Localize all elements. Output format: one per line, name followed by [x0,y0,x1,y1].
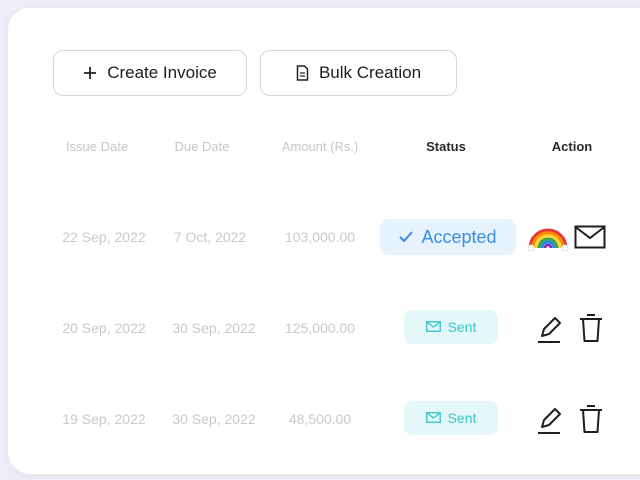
status-badge-sent: Sent [404,310,498,344]
issue-date-cell: 20 Sep, 2022 [62,320,146,336]
rainbow-icon[interactable] [526,221,570,251]
status-badge-accepted: Accepted [380,219,516,255]
header-issue-date: Issue Date [65,139,129,154]
check-icon [399,227,414,248]
status-label: Sent [447,410,477,426]
amount-cell: 48,500.00 [288,411,352,427]
envelope-icon [425,319,441,335]
delete-icon[interactable] [578,403,604,435]
delete-icon[interactable] [578,312,604,344]
plus-icon [83,66,97,80]
create-invoice-label: Create Invoice [107,63,217,82]
status-label: Sent [447,319,477,335]
due-date-cell: 30 Sep, 2022 [172,411,256,427]
mail-icon[interactable] [574,225,606,249]
amount-cell: 103,000.00 [284,229,356,245]
edit-icon[interactable] [536,314,562,344]
create-invoice-button[interactable]: Create Invoice [53,50,247,96]
due-date-cell: 30 Sep, 2022 [172,320,256,336]
document-icon [296,65,309,81]
status-badge-sent: Sent [404,401,498,435]
due-date-cell: 7 Oct, 2022 [173,229,247,245]
header-status: Status [426,139,466,154]
header-amount: Amount (Rs.) [281,139,359,154]
envelope-icon [425,410,441,426]
issue-date-cell: 19 Sep, 2022 [62,411,146,427]
header-action: Action [551,139,593,154]
amount-cell: 125,000.00 [284,320,356,336]
bulk-creation-button[interactable]: Bulk Creation [260,50,457,96]
bulk-creation-label: Bulk Creation [318,63,422,82]
issue-date-cell: 22 Sep, 2022 [62,229,146,245]
header-due-date: Due Date [174,139,230,154]
edit-icon[interactable] [536,405,562,435]
status-label: Accepted [421,226,497,247]
invoice-card: Create Invoice Bulk Creation Issue Date … [8,8,640,474]
